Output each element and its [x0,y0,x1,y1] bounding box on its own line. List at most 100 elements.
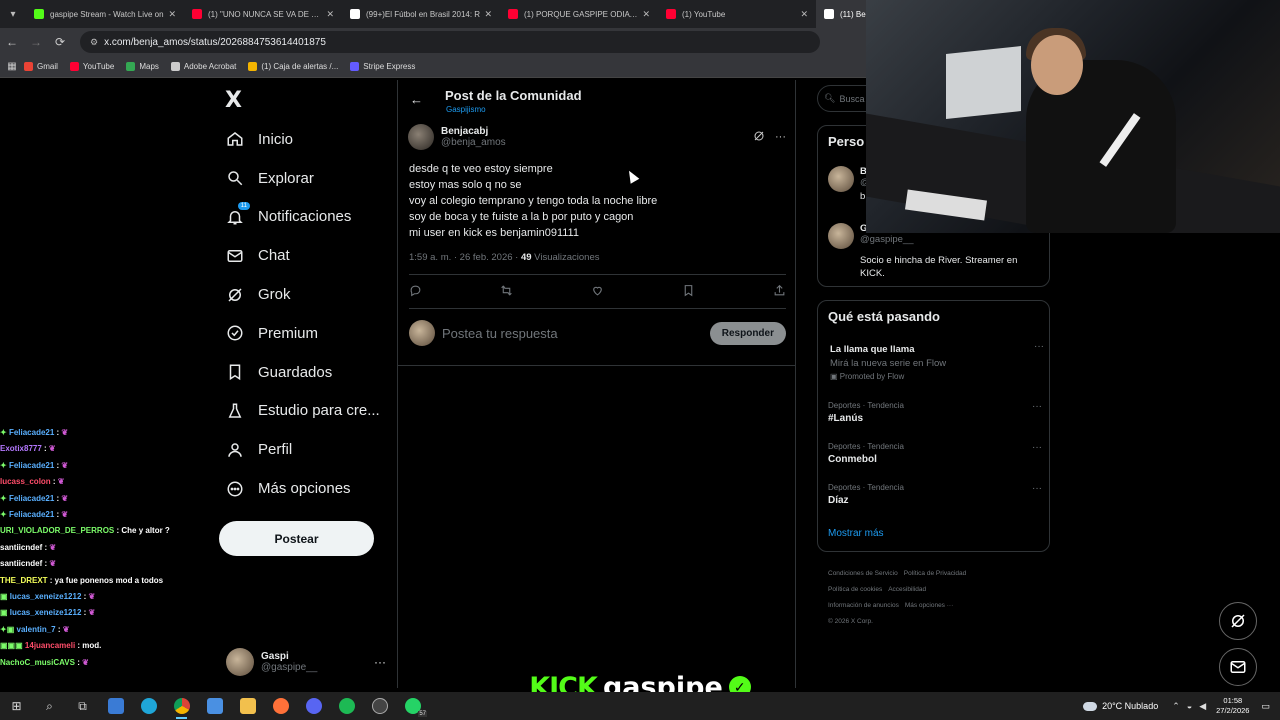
browser-tab[interactable]: (1) PORQUE GASPIPE ODIA A P ✕ [500,0,658,28]
sidebar-item-más-opciones[interactable]: Más opciones [226,469,380,508]
promoted-trend[interactable]: La llama que llama Mirá la nueva serie e… [830,341,1044,381]
chat-username[interactable]: THE_DREXT [0,576,48,585]
chat-username[interactable]: lucas_xeneize1212 [10,592,82,601]
relevant-user[interactable]: B @ b [828,166,870,202]
post-button[interactable]: Postear [219,521,374,556]
sidebar-item-premium[interactable]: Premium [226,314,380,353]
share-icon[interactable] [773,284,786,302]
close-icon[interactable]: ✕ [326,9,334,20]
forward-button[interactable]: → [24,35,48,49]
bookmark-item[interactable]: Gmail [24,62,58,71]
more-icon[interactable]: ··· [1034,341,1044,352]
messages-fab[interactable] [1219,648,1257,686]
chevron-up-icon[interactable]: ⌃ [1172,701,1180,712]
search-icon[interactable]: ⌕ [33,692,66,720]
store-icon[interactable] [198,692,231,720]
chat-username[interactable]: Feliacade21 [9,510,54,519]
chat-username[interactable]: NachoC_musiCAVS [0,658,75,667]
browser-tab[interactable]: (1) YouTube ✕ [658,0,816,28]
tab-search-button[interactable]: ▾ [0,0,26,28]
bookmark-item[interactable]: Adobe Acrobat [170,62,236,71]
trend-item[interactable]: Deportes · Tendencia Díaz ··· [828,483,1042,506]
sidebar-item-guardados[interactable]: Guardados [226,353,380,392]
bookmark-icon[interactable] [682,284,695,302]
folder-icon[interactable] [231,692,264,720]
back-arrow-icon[interactable]: ← [410,92,423,107]
footer-link[interactable]: © 2026 X Corp. [828,618,873,625]
trend-item[interactable]: Deportes · Tendencia #Lanús ··· [828,401,1042,424]
browser-tab[interactable]: (99+)El Fútbol en Brasil 2014: R ✕ [342,0,500,28]
url-field[interactable]: ⚙ x.com/benja_amos/status/20268847536144… [80,31,820,53]
close-icon[interactable]: ✕ [800,9,808,20]
more-icon[interactable]: ··· [775,131,786,143]
footer-link[interactable]: Política de Privacidad [904,570,967,577]
sidebar-item-chat[interactable]: Chat [226,236,380,275]
reply-icon[interactable] [409,284,422,302]
reload-button[interactable]: ⟳ [48,35,72,49]
chat-username[interactable]: Feliacade21 [9,461,54,470]
task-view-icon[interactable]: ⧉ [66,692,99,720]
browser-tab[interactable]: gaspipe Stream - Watch Live on ✕ [26,0,184,28]
discord-icon[interactable] [297,692,330,720]
chat-username[interactable]: Feliacade21 [9,494,54,503]
chat-username[interactable]: santiicndef [0,559,42,568]
like-icon[interactable] [591,284,604,302]
apps-icon[interactable]: ▦ [0,61,24,72]
account-switcher[interactable]: Gaspi @gaspipe__ ··· [226,648,386,676]
reply-button[interactable]: Responder [709,321,786,345]
footer-link[interactable]: Información de anuncios [828,602,899,609]
chat-username[interactable]: lucas_xeneize1212 [10,608,82,617]
sidebar-item-estudio-para-cre-[interactable]: Estudio para cre... [226,392,380,431]
back-button[interactable]: ← [0,35,24,49]
show-more-link[interactable]: Mostrar más [828,528,884,539]
obs-icon[interactable] [363,692,396,720]
more-icon[interactable]: ··· [1032,401,1042,412]
bookmark-item[interactable]: YouTube [69,62,114,71]
sidebar-item-explorar[interactable]: Explorar [226,159,380,198]
app-icon[interactable] [99,692,132,720]
chat-username[interactable]: santiicndef [0,543,42,552]
volume-icon[interactable]: ◀ [1199,701,1206,712]
sidebar-item-grok[interactable]: Grok [226,275,380,314]
wifi-icon[interactable]: ◒ [1187,701,1192,712]
bookmark-item[interactable]: Maps [126,62,159,71]
edge-icon[interactable] [132,692,165,720]
sidebar-item-notificaciones[interactable]: 11 Notificaciones [226,198,380,237]
more-icon[interactable]: ··· [1032,442,1042,453]
chat-username[interactable]: lucass_colon [0,477,51,486]
footer-link[interactable]: Más opciones ··· [905,602,953,609]
sidebar-item-inicio[interactable]: Inicio [226,120,380,159]
notification-icon[interactable]: ▭ [1261,701,1270,712]
author-avatar[interactable] [408,124,434,150]
more-icon[interactable]: ··· [374,655,386,669]
repost-icon[interactable] [500,284,513,302]
footer-link[interactable]: Accesibilidad [888,586,926,593]
close-icon[interactable]: ✕ [642,9,650,20]
footer-link[interactable]: Política de cookies [828,586,882,593]
bookmark-item[interactable]: Stripe Express [350,62,415,71]
spotify-icon[interactable] [330,692,363,720]
chat-username[interactable]: Exotix8777 [0,444,42,453]
browser-tab[interactable]: (1) "UNO NUNCA SE VA DE RIV ✕ [184,0,342,28]
community-link[interactable]: Gaspijismo [446,105,486,114]
clock[interactable]: 01:58 27/2/2026 [1216,696,1249,716]
weather-widget[interactable]: 20°C Nublado [1083,701,1158,711]
site-info-icon[interactable]: ⚙ [90,37,98,48]
chat-username[interactable]: valentin_7 [17,625,56,634]
trend-item[interactable]: Deportes · Tendencia Conmebol ··· [828,442,1042,465]
grok-fab[interactable] [1219,602,1257,640]
close-icon[interactable]: ✕ [168,9,176,20]
grok-icon[interactable] [753,130,765,145]
chrome-icon[interactable] [165,692,198,720]
reply-input[interactable]: Postea tu respuesta [442,326,710,341]
whatsapp-icon[interactable]: 57 [396,692,429,720]
windows-start-icon[interactable]: ⊞ [0,692,33,720]
firefox-icon[interactable] [264,692,297,720]
x-logo[interactable]: X [225,88,242,113]
bookmark-item[interactable]: (1) Caja de alertas /... [248,62,338,71]
chat-username[interactable]: Feliacade21 [9,428,54,437]
chat-username[interactable]: URI_VIOLADOR_DE_PERROS [0,526,114,535]
sidebar-item-perfil[interactable]: Perfil [226,430,380,469]
author-name[interactable]: Benjacabj [441,126,506,137]
chat-username[interactable]: 14juancameli [25,641,75,650]
